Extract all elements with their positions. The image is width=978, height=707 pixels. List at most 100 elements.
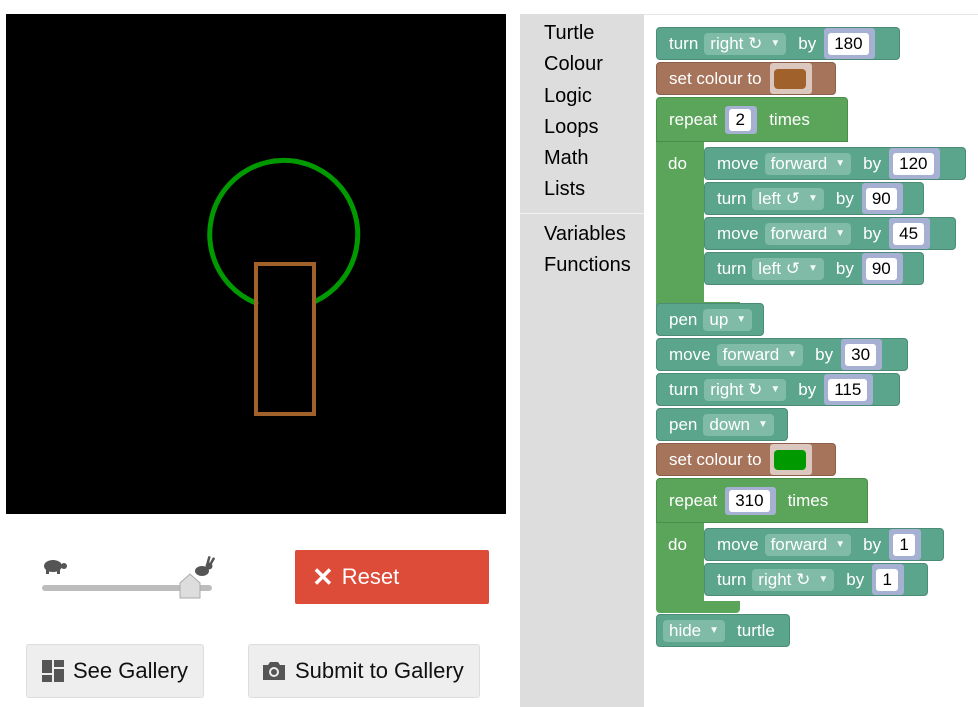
dropdown-value: up — [709, 309, 729, 329]
number-input-slot: 120 — [889, 148, 940, 179]
direction-dropdown[interactable]: forward ▼ — [764, 222, 852, 245]
block-keyword: turn — [669, 379, 699, 399]
block-keyword: by — [863, 223, 882, 243]
toolbox-category-lists[interactable]: Lists — [544, 177, 585, 201]
speed-slider[interactable] — [40, 555, 215, 600]
turn-block[interactable]: turn right ↻ ▼ by 115 — [656, 373, 900, 406]
set-colour-block[interactable]: set colour to — [656, 62, 836, 95]
dropdown-value: hide — [669, 620, 702, 640]
number-field[interactable]: 45 — [893, 222, 925, 245]
number-input-slot: 90 — [861, 183, 903, 214]
direction-dropdown[interactable]: forward ▼ — [764, 152, 852, 175]
direction-dropdown[interactable]: right ↻ ▼ — [704, 378, 787, 401]
dropdown-value: left ↺ — [758, 258, 800, 278]
number-input-slot: 115 — [824, 374, 874, 405]
number-field[interactable]: 120 — [893, 152, 934, 175]
dropdown-value: right ↻ — [710, 33, 763, 53]
block-keyword: times — [787, 490, 829, 510]
move-block[interactable]: move forward ▼ by 1 — [704, 528, 944, 561]
submit-to-gallery-button[interactable]: Submit to Gallery — [248, 644, 480, 698]
toolbox-category-loops[interactable]: Loops — [544, 115, 599, 139]
number-input-slot: 1 — [872, 564, 905, 595]
visibility-dropdown[interactable]: hide ▼ — [663, 619, 726, 642]
repeat-block[interactable]: repeat 2 times — [656, 97, 848, 142]
chevron-down-icon: ▼ — [818, 574, 829, 585]
block-keyword: repeat — [669, 109, 718, 129]
number-field[interactable]: 90 — [865, 257, 897, 280]
direction-dropdown[interactable]: left ↺ ▼ — [752, 257, 824, 280]
direction-dropdown[interactable]: right ↻ ▼ — [752, 568, 835, 591]
block-keyword: move — [717, 153, 759, 173]
number-field[interactable]: 180 — [828, 32, 869, 55]
set-colour-block[interactable]: set colour to — [656, 443, 836, 476]
toolbox-category-variables[interactable]: Variables — [544, 222, 626, 246]
number-field[interactable]: 90 — [865, 187, 897, 210]
pen-block[interactable]: pen up ▼ — [656, 303, 764, 336]
dashboard-icon — [42, 660, 64, 682]
number-field[interactable]: 30 — [845, 343, 877, 366]
block-keyword: by — [835, 258, 854, 278]
pen-block[interactable]: pen down ▼ — [656, 408, 788, 441]
pen-dropdown[interactable]: up ▼ — [703, 308, 753, 331]
number-field[interactable]: 115 — [828, 378, 868, 401]
block-toolbox: Turtle Colour Logic Loops Math Lists Var… — [520, 14, 644, 707]
block-keyword: do — [668, 154, 687, 173]
repeat-block-footer — [656, 601, 740, 613]
dropdown-value: forward — [722, 344, 780, 364]
toolbox-category-turtle[interactable]: Turtle — [544, 21, 594, 45]
see-gallery-button[interactable]: See Gallery — [26, 644, 204, 698]
toolbox-category-logic[interactable]: Logic — [544, 84, 592, 108]
number-input-slot: 2 — [725, 105, 758, 134]
turn-block[interactable]: turn left ↺ ▼ by 90 — [704, 182, 924, 215]
toolbox-category-functions[interactable]: Functions — [544, 253, 631, 277]
number-field[interactable]: 2 — [729, 108, 752, 131]
direction-dropdown[interactable]: left ↺ ▼ — [752, 187, 824, 210]
dropdown-value: forward — [770, 534, 828, 554]
reset-button[interactable]: ✕ Reset — [295, 550, 489, 604]
number-input-slot: 45 — [889, 218, 931, 249]
turn-block[interactable]: turn right ↻ ▼ by 180 — [656, 27, 900, 60]
repeat-block-body: do — [656, 142, 704, 302]
turtle-icon — [44, 560, 67, 574]
toolbox-category-math[interactable]: Math — [544, 146, 588, 170]
direction-dropdown[interactable]: right ↻ ▼ — [704, 32, 787, 55]
visibility-block[interactable]: hide ▼ turtle — [656, 614, 790, 647]
number-field[interactable]: 310 — [729, 489, 770, 512]
chevron-down-icon: ▼ — [770, 38, 781, 49]
block-keyword: turn — [717, 258, 747, 278]
number-input-slot: 90 — [861, 253, 903, 284]
block-keyword: turtle — [737, 620, 775, 640]
block-keyword: by — [863, 534, 882, 554]
move-block[interactable]: move forward ▼ by 120 — [704, 147, 966, 180]
direction-dropdown[interactable]: forward ▼ — [716, 343, 804, 366]
repeat-block[interactable]: repeat 310 times — [656, 478, 868, 523]
dropdown-value: left ↺ — [758, 188, 800, 208]
number-input-slot: 1 — [889, 529, 922, 560]
colour-swatch[interactable] — [773, 449, 806, 470]
move-block[interactable]: move forward ▼ by 30 — [656, 338, 908, 371]
pen-dropdown[interactable]: down ▼ — [703, 413, 774, 436]
turn-block[interactable]: turn right ↻ ▼ by 1 — [704, 563, 928, 596]
chevron-down-icon: ▼ — [736, 314, 747, 325]
block-keyword: by — [846, 569, 865, 589]
turn-block[interactable]: turn left ↺ ▼ by 90 — [704, 252, 924, 285]
dropdown-value: down — [709, 414, 751, 434]
close-icon: ✕ — [312, 562, 334, 592]
direction-dropdown[interactable]: forward ▼ — [764, 533, 852, 556]
colour-swatch[interactable] — [773, 68, 806, 89]
chevron-down-icon: ▼ — [787, 349, 798, 360]
number-field[interactable]: 1 — [876, 568, 899, 591]
move-block[interactable]: move forward ▼ by 45 — [704, 217, 956, 250]
repeat-block-body: do — [656, 523, 704, 601]
toolbox-category-colour[interactable]: Colour — [544, 52, 603, 76]
block-keyword: turn — [717, 569, 747, 589]
see-gallery-label: See Gallery — [73, 658, 188, 683]
slider-thumb[interactable] — [178, 573, 202, 599]
block-keyword: by — [835, 188, 854, 208]
turtle-canvas — [6, 14, 506, 514]
toolbox-separator — [520, 213, 644, 214]
dropdown-value: right ↻ — [710, 379, 763, 399]
block-workspace[interactable]: turn right ↻ ▼ by 180 set colour to repea… — [644, 14, 978, 707]
number-field[interactable]: 1 — [893, 533, 916, 556]
block-keyword: do — [668, 535, 687, 554]
